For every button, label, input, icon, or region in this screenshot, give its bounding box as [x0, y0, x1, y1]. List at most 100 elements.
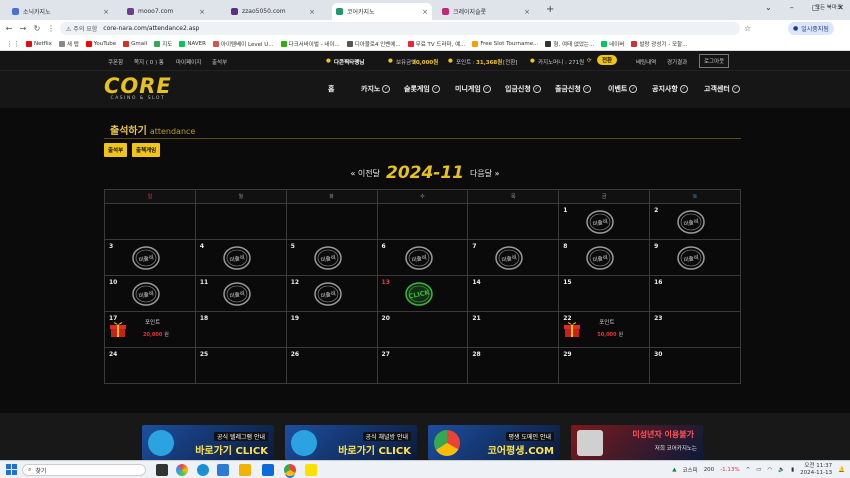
bookmark-item[interactable]: 다크서바이벌 - 네이... — [280, 40, 340, 48]
bookmark-item[interactable]: Gmail — [123, 40, 147, 47]
bookmark-item[interactable]: 네이버 — [601, 40, 624, 48]
attendance-game-button[interactable]: 출첵게임 — [132, 143, 161, 157]
extensions-icon[interactable]: ⋮ — [44, 24, 58, 33]
banner-card[interactable]: 공식 채널방 안내 바로가기 CLICK — [285, 425, 417, 460]
bookmark-item[interactable]: YouTube — [85, 40, 117, 47]
day-number: 20 — [381, 315, 390, 322]
day-number: 5 — [290, 243, 295, 250]
point-convert-link[interactable]: [전환] — [503, 58, 517, 66]
calendar-empty-cell — [194, 203, 287, 240]
bookmark-item[interactable]: Free Slot Tourname... — [472, 40, 538, 47]
site-logo[interactable]: CORE CASINO & SLOT — [104, 74, 172, 102]
security-warning[interactable]: ⚠ 주의 요함 — [66, 24, 97, 33]
check-in-stamp[interactable]: CLICK — [404, 281, 434, 307]
all-bookmarks-button[interactable]: 모든 북마크 — [815, 3, 842, 11]
nav-item[interactable]: 미니게임 ✓ — [455, 84, 491, 94]
bookmark-item[interactable]: 형, 여태 없었는... — [545, 40, 594, 48]
bookmark-item[interactable]: 무료 TV 드라마, 예... — [407, 40, 465, 48]
store-icon[interactable] — [262, 464, 274, 476]
close-tab-icon[interactable]: × — [422, 8, 428, 16]
close-tab-icon[interactable]: × — [103, 8, 109, 16]
reload-icon[interactable]: ↻ — [30, 24, 44, 33]
close-tab-icon[interactable]: × — [199, 8, 205, 16]
reward-unit: 원 — [164, 332, 169, 338]
browser-tab[interactable]: 크레이지슬롯 × — [438, 3, 534, 20]
url-field[interactable]: ⚠ 주의 요함 core-nara.com/attendance2.asp — [60, 22, 740, 35]
close-tab-icon[interactable]: × — [524, 8, 530, 16]
close-tab-icon[interactable]: × — [309, 8, 315, 16]
missed-stamp: 미출석 — [313, 281, 343, 307]
nav-item[interactable]: 고객센터 ✓ — [704, 84, 740, 94]
nav-item[interactable]: 공지사항 ✓ — [652, 84, 688, 94]
bookmark-label: YouTube — [93, 40, 117, 47]
forward-icon[interactable]: → — [16, 24, 30, 33]
results-link[interactable]: 경기결과 — [667, 58, 687, 66]
chevron-up-icon[interactable]: ^ — [746, 467, 751, 473]
network-icon[interactable]: ▭ — [756, 467, 761, 473]
browser-tab[interactable]: mooo7.com × — [123, 3, 209, 20]
clock[interactable]: 오전 11:37 2024-11-13 — [800, 463, 832, 477]
bookmark-star-icon[interactable]: ☆ — [744, 24, 751, 33]
battery-icon[interactable]: ▮ — [791, 467, 794, 473]
taskbar-search[interactable]: ⌕ 찾기 — [22, 464, 146, 476]
message-link[interactable]: 쪽지 ( 0 ) 통 — [134, 58, 164, 66]
missed-stamp: 미출석 — [404, 245, 434, 271]
next-month-link[interactable]: 다음달 » — [470, 168, 500, 179]
bookmark-item[interactable]: 아이템베이 Level U... — [212, 40, 274, 48]
notification-icon[interactable]: 🔔 — [838, 467, 845, 473]
nav-item[interactable]: 홈 — [328, 84, 334, 94]
nav-item[interactable]: 카지노 ✓ — [361, 84, 391, 94]
browser-tab[interactable]: 코어카지노 × — [332, 3, 432, 20]
refresh-icon[interactable]: ⟳ — [587, 58, 592, 64]
logo-text: CORE — [104, 74, 172, 98]
tab-search-icon[interactable]: ⌄ — [765, 3, 772, 12]
nav-item[interactable]: 입금신청 ✓ — [505, 84, 541, 94]
betting-history-link[interactable]: 배팅내역 — [636, 58, 656, 66]
copilot-icon[interactable] — [176, 464, 188, 476]
coupon-link[interactable]: 쿠폰함 — [108, 58, 123, 66]
browser-tab[interactable]: 소닉카지노 × — [8, 3, 113, 20]
wifi-icon[interactable]: ◠ — [767, 467, 772, 473]
nav-item[interactable]: 출금신청 ✓ — [555, 84, 591, 94]
bookmark-favicon-icon — [58, 40, 65, 47]
banner-card[interactable]: 공식 텔레그램 안내 바로가기 CLICK — [142, 425, 274, 460]
edge-icon[interactable] — [197, 464, 209, 476]
profile-button[interactable]: ● 일시중지됨 — [788, 22, 834, 35]
calendar-week-row: 24 25 26 27 28 29 30 — [104, 347, 741, 384]
calendar-day: 20 — [376, 311, 469, 348]
attendance-calendar: 일월화수목금토 1 미출석 2 미출석 3 미출석 4 미출석 5 미출석 6 미출석 7 미출석 8 미출석… — [104, 189, 741, 384]
attendance-link[interactable]: 출석부 — [212, 58, 227, 66]
calendar-week-row: 10 미출석 11 미출석 12 미출석 13 CLICK 14 15 16 — [104, 275, 741, 312]
nav-item[interactable]: 이벤트 ✓ — [608, 84, 638, 94]
nav-item[interactable]: 슬롯게임 ✓ — [404, 84, 440, 94]
file-explorer-icon[interactable] — [239, 464, 251, 476]
back-icon[interactable]: ← — [2, 24, 16, 33]
mypage-link[interactable]: 마이페이지 — [176, 58, 201, 66]
banner-card[interactable]: 미성년자 이용불가 저희 코어카지노는 — [571, 425, 703, 460]
task-view-icon[interactable] — [156, 464, 168, 476]
bookmark-item[interactable]: 디아블로4 인벤에... — [346, 40, 401, 48]
bookmark-item[interactable]: 발랑 광성기 - 모할... — [631, 40, 687, 48]
prev-month-link[interactable]: « 이전달 — [350, 168, 380, 179]
logout-button[interactable]: 로그아웃 — [699, 54, 730, 68]
calendar-week-row: 3 미출석 4 미출석 5 미출석 6 미출석 7 미출석 8 미출석 9 미출석 — [104, 239, 741, 276]
attendance-button[interactable]: 출석부 — [104, 143, 128, 157]
minimize-icon[interactable]: – — [790, 3, 794, 12]
bookmark-item[interactable]: NAVER — [179, 40, 206, 47]
bookmark-item[interactable]: 새 탭 — [58, 40, 79, 48]
stock-change: -1.13% — [720, 467, 740, 473]
kakaotalk-icon[interactable] — [305, 464, 317, 476]
bookmark-item[interactable]: Netflix — [26, 40, 52, 47]
bookmark-item[interactable]: 지도 — [154, 40, 172, 48]
volume-icon[interactable]: 🔈 — [778, 467, 785, 473]
exchange-button[interactable]: 전환 — [597, 55, 618, 65]
browser-tab[interactable]: zzao5050.com × — [227, 3, 319, 20]
check-circle-icon: ✓ — [532, 85, 541, 93]
mail-icon[interactable] — [217, 464, 229, 476]
tab-title: 크레이지슬롯 — [453, 9, 487, 16]
windows-start-icon[interactable] — [6, 464, 17, 475]
banner-card[interactable]: 평생 도메인 안내 코어평생.COM — [428, 425, 560, 460]
chrome-icon[interactable] — [284, 464, 296, 476]
new-tab-button[interactable]: + — [546, 4, 554, 15]
apps-grid-icon[interactable]: ⋮⋮ — [6, 40, 20, 48]
